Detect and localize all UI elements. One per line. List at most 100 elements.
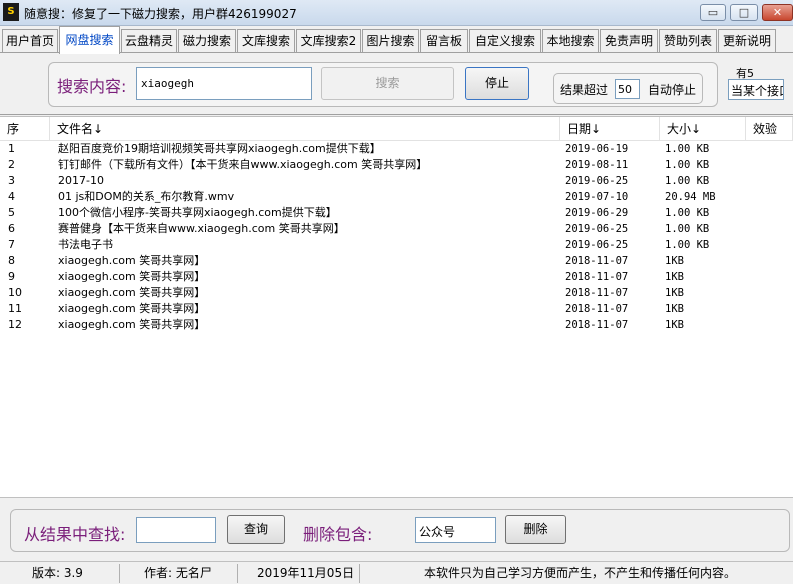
tab-cloud-elf[interactable]: 云盘精灵 [121,29,177,53]
title-bar: S 随意搜：修复了一下磁力搜索，用户群426199027 ▭ □ ✕ [0,0,793,26]
table-row[interactable]: 9 xiaogegh.com 笑哥共享网】 2018-11-07 1KB [0,269,793,285]
table-row[interactable]: 11 xiaogegh.com 笑哥共享网】 2018-11-07 1KB [0,301,793,317]
cell-filename: 2017-10 [58,174,104,187]
tab-sponsor-list[interactable]: 赞助列表 [659,29,717,53]
table-row[interactable]: 1 赵阳百度竞价19期培训视频笑哥共享网xiaogegh.com提供下载】 20… [0,141,793,157]
column-header-date[interactable]: 日期↓ [560,117,660,141]
cell-filename: xiaogegh.com 笑哥共享网】 [58,318,206,331]
cell-filename: 书法电子书 [58,238,113,251]
cell-size: 1.00 KB [665,207,710,219]
tab-library-search[interactable]: 文库搜索 [237,29,295,53]
table-row[interactable]: 12 xiaogegh.com 笑哥共享网】 2018-11-07 1KB [0,317,793,333]
column-header-index[interactable]: 序 [0,117,50,141]
tab-changelog[interactable]: 更新说明 [718,29,776,53]
cell-size: 1KB [665,287,684,299]
cell-filename: xiaogegh.com 笑哥共享网】 [58,286,206,299]
close-button[interactable]: ✕ [762,4,793,21]
cell-date: 2019-06-19 [565,143,629,155]
cell-date: 2019-06-25 [565,239,629,251]
tab-magnet-search[interactable]: 磁力搜索 [178,29,236,53]
cell-date: 2019-08-11 [565,159,629,171]
maximize-button[interactable]: □ [730,4,758,21]
cell-filename: 01 js和DOM的关系_布尔教育.wmv [58,190,235,203]
cell-date: 2019-06-29 [565,207,629,219]
tab-library-search-2[interactable]: 文库搜索2 [296,29,361,53]
search-button[interactable]: 搜索 [321,67,454,100]
table-row[interactable]: 5 100个微信小程序-笑哥共享网xiaogegh.com提供下载】 2019-… [0,205,793,221]
cell-date: 2018-11-07 [565,255,629,267]
cell-size: 20.94 MB [665,191,716,203]
delete-contains-input[interactable]: 公众号 [415,517,496,543]
cell-filename: 100个微信小程序-笑哥共享网xiaogegh.com提供下载】 [58,206,337,219]
cell-size: 1.00 KB [665,175,710,187]
table-row[interactable]: 3 2017-10 2019-06-25 1.00 KB [0,173,793,189]
tab-netdisk-search[interactable]: 网盘搜索 [59,26,120,54]
cell-index: 12 [8,318,22,331]
table-row[interactable]: 6 赛普健身【本干货来自www.xiaogegh.com 笑哥共享网】 2019… [0,221,793,237]
table-row[interactable]: 7 书法电子书 2019-06-25 1.00 KB [0,237,793,253]
cell-index: 3 [8,174,15,187]
cell-size: 1.00 KB [665,143,710,155]
exceed-label: 结果超过 [560,83,609,97]
cell-date: 2019-06-25 [565,223,629,235]
status-author: 作者: 无名尸 [138,564,238,583]
table-row[interactable]: 4 01 js和DOM的关系_布尔教育.wmv 2019-07-10 20.94… [0,189,793,205]
table-row[interactable]: 2 钉钉邮件（下载所有文件）【本干货来自www.xiaogegh.com 笑哥共… [0,157,793,173]
interface-select[interactable]: 当某个接口 [728,79,784,100]
cell-filename: xiaogegh.com 笑哥共享网】 [58,254,206,267]
status-date: 2019年11月05日 [251,564,360,583]
cell-size: 1KB [665,255,684,267]
cell-size: 1KB [665,303,684,315]
cell-index: 11 [8,302,22,315]
cell-size: 1.00 KB [665,159,710,171]
cell-filename: xiaogegh.com 笑哥共享网】 [58,270,206,283]
tab-message-board[interactable]: 留言板 [420,29,468,53]
cell-size: 1.00 KB [665,223,710,235]
cell-index: 10 [8,286,22,299]
cell-filename: 赵阳百度竞价19期培训视频笑哥共享网xiaogegh.com提供下载】 [58,142,381,155]
cell-size: 1KB [665,271,684,283]
tab-local-search[interactable]: 本地搜索 [542,29,599,53]
query-button[interactable]: 查询 [227,515,285,544]
delete-button[interactable]: 删除 [505,515,566,544]
tab-image-search[interactable]: 图片搜索 [362,29,419,53]
cell-size: 1.00 KB [665,239,710,251]
column-header-size[interactable]: 大小↓ [660,117,746,141]
tab-custom-search[interactable]: 自定义搜索 [469,29,541,53]
search-input[interactable]: xiaogegh [136,67,312,100]
cell-index: 6 [8,222,15,235]
stop-button[interactable]: 停止 [465,67,529,100]
cell-date: 2019-06-25 [565,175,629,187]
cell-index: 2 [8,158,15,171]
cell-filename: 钉钉邮件（下载所有文件）【本干货来自www.xiaogegh.com 笑哥共享网… [58,158,428,171]
status-bar: 版本: 3.9 作者: 无名尸 2019年11月05日 本软件只为自己学习方便而… [0,561,793,584]
cell-index: 1 [8,142,15,155]
search-label: 搜索内容: [57,77,127,96]
table-row[interactable]: 8 xiaogegh.com 笑哥共享网】 2018-11-07 1KB [0,253,793,269]
minimize-button[interactable]: ▭ [700,4,726,21]
tab-disclaimer[interactable]: 免责声明 [600,29,658,53]
cell-index: 7 [8,238,15,251]
app-icon: S [3,3,19,21]
auto-stop-label: 自动停止 [648,83,697,97]
filter-panel: 从结果中查找: 查询 删除包含: 公众号 删除 [0,499,793,561]
column-header-filename[interactable]: 文件名↓ [50,117,560,141]
delete-contains-label: 删除包含: [303,525,373,544]
exceed-count-input[interactable]: 50 [615,79,640,99]
status-version: 版本: 3.9 [26,564,120,583]
search-panel: 搜索内容: xiaogegh 搜索 停止 结果超过 50 自动停止 有5 当某个… [0,53,793,115]
cell-filename: xiaogegh.com 笑哥共享网】 [58,302,206,315]
tab-user-home[interactable]: 用户首页 [2,29,58,53]
cell-index: 5 [8,206,15,219]
column-header-verify[interactable]: 效验 [746,117,793,141]
status-notice: 本软件只为自己学习方便而产生，不产生和传播任何内容。 [424,566,737,580]
cell-filename: 赛普健身【本干货来自www.xiaogegh.com 笑哥共享网】 [58,222,345,235]
table-row[interactable]: 10 xiaogegh.com 笑哥共享网】 2018-11-07 1KB [0,285,793,301]
cell-date: 2018-11-07 [565,303,629,315]
cell-index: 8 [8,254,15,267]
find-in-results-input[interactable] [136,517,216,543]
cell-size: 1KB [665,319,684,331]
results-table[interactable]: 序 文件名↓ 日期↓ 大小↓ 效验 1 赵阳百度竞价19期培训视频笑哥共享网xi… [0,116,793,498]
filter-group-box [10,509,790,552]
cell-date: 2018-11-07 [565,287,629,299]
